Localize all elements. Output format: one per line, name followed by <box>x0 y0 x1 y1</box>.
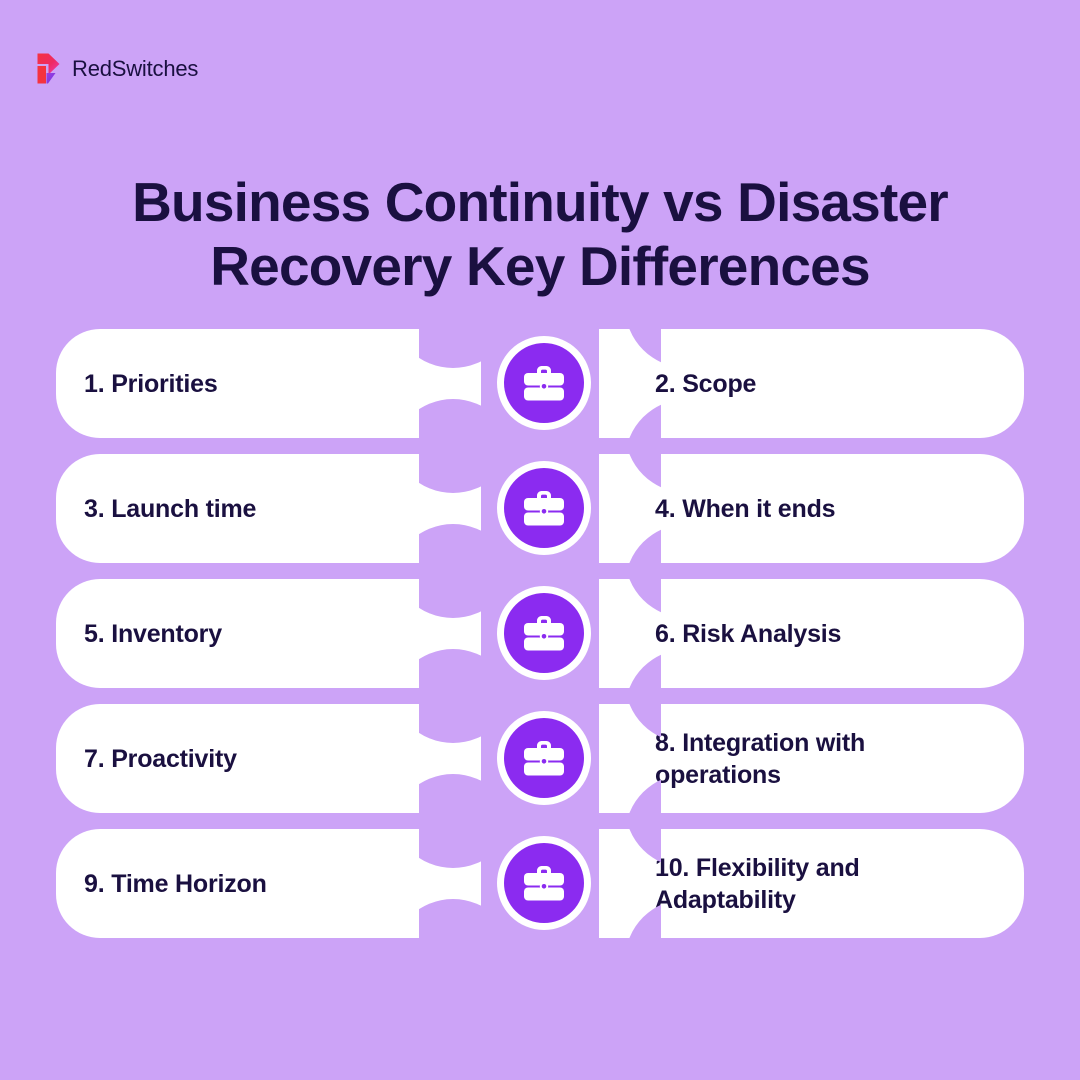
item-card-right[interactable]: 6. Risk Analysis <box>599 579 1024 688</box>
pill-waist-cutout <box>599 704 661 813</box>
item-card-left[interactable]: 7. Proactivity <box>56 704 481 813</box>
briefcase-icon <box>504 718 584 798</box>
center-badge <box>497 711 591 805</box>
briefcase-icon <box>504 843 584 923</box>
item-card-left[interactable]: 5. Inventory <box>56 579 481 688</box>
pill-waist-cutout <box>599 829 661 938</box>
pill-waist-cutout <box>419 579 481 688</box>
item-label: 4. When it ends <box>655 494 836 523</box>
list-row: 7. Proactivity 8. Integration with opera… <box>0 704 1080 813</box>
item-label: 8. Integration with operations <box>655 728 866 789</box>
briefcase-icon <box>504 343 584 423</box>
item-card-left[interactable]: 1. Priorities <box>56 329 481 438</box>
pill-waist-cutout <box>419 329 481 438</box>
page-title: Business Continuity vs Disaster Recovery… <box>132 170 949 298</box>
brand-logo: RedSwitches <box>36 52 198 85</box>
center-badge <box>497 586 591 680</box>
pill-waist-cutout <box>599 579 661 688</box>
item-card-left[interactable]: 3. Launch time <box>56 454 481 563</box>
list-row: 9. Time Horizon 10. Flexibility and Adap… <box>0 829 1080 938</box>
pill-waist-cutout <box>419 829 481 938</box>
item-label: 5. Inventory <box>84 619 222 648</box>
item-card-right[interactable]: 8. Integration with operations <box>599 704 1024 813</box>
item-label: 3. Launch time <box>84 494 257 523</box>
briefcase-icon <box>504 468 584 548</box>
item-label: 1. Priorities <box>84 369 218 398</box>
item-card-right[interactable]: 4. When it ends <box>599 454 1024 563</box>
center-badge <box>497 461 591 555</box>
item-label: 2. Scope <box>655 369 757 398</box>
redswitches-arrow-logo-icon <box>36 52 63 85</box>
item-card-right[interactable]: 10. Flexibility and Adaptability <box>599 829 1024 938</box>
item-card-right[interactable]: 2. Scope <box>599 329 1024 438</box>
differences-list: 1. Priorities 2. Scope 3. Launch time 4.… <box>0 329 1080 938</box>
item-label: 6. Risk Analysis <box>655 619 842 648</box>
item-label: 9. Time Horizon <box>84 869 267 898</box>
pill-waist-cutout <box>419 454 481 563</box>
item-label: 10. Flexibility and Adaptability <box>655 853 860 914</box>
list-row: 1. Priorities 2. Scope <box>0 329 1080 438</box>
list-row: 3. Launch time 4. When it ends <box>0 454 1080 563</box>
center-badge <box>497 836 591 930</box>
briefcase-icon <box>504 593 584 673</box>
center-badge <box>497 336 591 430</box>
pill-waist-cutout <box>599 454 661 563</box>
brand-name: RedSwitches <box>72 55 199 81</box>
list-row: 5. Inventory 6. Risk Analysis <box>0 579 1080 688</box>
item-label: 7. Proactivity <box>84 744 237 773</box>
pill-waist-cutout <box>599 329 661 438</box>
item-card-left[interactable]: 9. Time Horizon <box>56 829 481 938</box>
pill-waist-cutout <box>419 704 481 813</box>
